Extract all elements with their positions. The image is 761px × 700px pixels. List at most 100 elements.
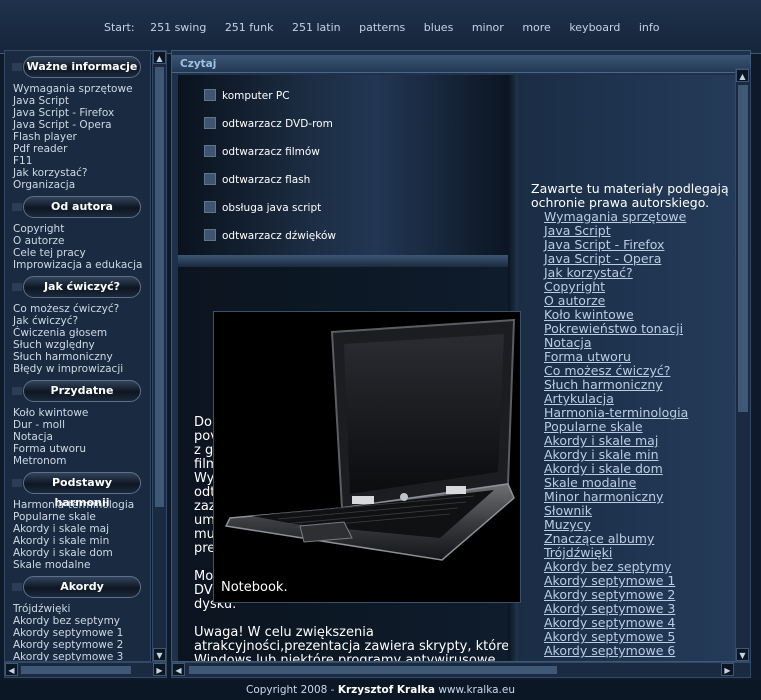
footer-site-link[interactable]: www.kralka.eu [435, 684, 515, 696]
scroll-down-arrow-icon[interactable]: ▼ [736, 648, 749, 661]
scroll-thumb[interactable] [738, 85, 748, 412]
nav-link-251-swing[interactable]: 251 swing [150, 21, 206, 34]
copyright-link[interactable]: Co możesz ćwiczyć? [544, 364, 670, 378]
nav-link-keyboard[interactable]: keyboard [569, 21, 620, 34]
text-line: z g [194, 443, 214, 458]
sidebar-item[interactable]: Akordy septymowe 1 [5, 627, 150, 639]
nav-link-blues[interactable]: blues [424, 21, 454, 34]
sidebar-item[interactable]: Trójdźwięki [5, 603, 150, 615]
sidebar-item[interactable]: Słuch względny [5, 339, 150, 351]
sidebar-horizontal-scrollbar[interactable]: ◀ ▶ [4, 662, 167, 678]
copyright-link[interactable]: Akordy septymowe 4 [544, 616, 675, 630]
copyright-link[interactable]: Znaczące albumy [544, 532, 654, 546]
copyright-link[interactable]: Akordy i skale maj [544, 434, 658, 448]
sidebar-item[interactable]: Wymagania sprzętowe [5, 83, 150, 95]
copyright-link[interactable]: Java Script [544, 224, 611, 238]
tab-bar: Czytaj [172, 55, 750, 73]
scroll-thumb[interactable] [155, 67, 164, 507]
sidebar-item[interactable]: Akordy septymowe 3 [5, 651, 150, 661]
nav-link-251-latin[interactable]: 251 latin [292, 21, 341, 34]
copyright-link[interactable]: Notacja [544, 336, 592, 350]
sidebar-item[interactable]: Cele tej pracy [5, 247, 150, 259]
scroll-thumb[interactable] [21, 666, 131, 674]
sidebar-item[interactable]: Co możesz ćwiczyć? [5, 303, 150, 315]
copyright-link[interactable]: Harmonia-terminologia [544, 406, 688, 420]
nav-link-minor[interactable]: minor [472, 21, 504, 34]
copyright-link[interactable]: Java Script - Firefox [544, 238, 664, 252]
scroll-right-arrow-icon[interactable]: ▶ [721, 663, 734, 676]
sidebar-item[interactable]: Pdf reader [5, 143, 150, 155]
copyright-link[interactable]: Słownik [544, 504, 592, 518]
copyright-link[interactable]: Akordy i skale dom [544, 462, 663, 476]
copyright-link[interactable]: Akordy bez septymy [544, 560, 671, 574]
requirement-item: odtwarzacz filmów [204, 145, 320, 158]
tab-read[interactable]: Czytaj [180, 58, 216, 70]
sidebar-item[interactable]: Notacja [5, 431, 150, 443]
sidebar-section-important: Ważne informacje [5, 55, 150, 79]
section-title: Przydatne [12, 380, 141, 402]
scroll-down-arrow-icon[interactable]: ▼ [153, 648, 166, 661]
sidebar-item[interactable]: Ćwiczenia głosem [5, 327, 150, 339]
sidebar-item[interactable]: Flash player [5, 131, 150, 143]
scroll-left-arrow-icon[interactable]: ◀ [172, 663, 185, 676]
copyright-link[interactable]: Artykulacja [544, 392, 614, 406]
sidebar-vertical-scrollbar[interactable]: ▲ ▼ [152, 50, 167, 662]
copyright-link[interactable]: Koło kwintowe [544, 308, 634, 322]
sidebar-item[interactable]: Akordy i skale maj [5, 523, 150, 535]
bullet-box-icon [204, 89, 216, 101]
scroll-up-arrow-icon[interactable]: ▲ [736, 69, 749, 82]
sidebar-item[interactable]: Organizacja [5, 179, 150, 191]
copyright-link[interactable]: Skale modalne [544, 476, 636, 490]
main-horizontal-scrollbar[interactable]: ◀ ▶ [171, 662, 751, 678]
sidebar-item[interactable]: F11 [5, 155, 150, 167]
nav-link-more[interactable]: more [522, 21, 551, 34]
main-vertical-scrollbar[interactable]: ▲ ▼ [735, 68, 751, 662]
sidebar-item[interactable]: Akordy septymowe 2 [5, 639, 150, 651]
copyright-link[interactable]: Java Script - Opera [544, 252, 661, 266]
sidebar-item[interactable]: Akordy bez septymy [5, 615, 150, 627]
copyright-link[interactable]: Muzycy [544, 518, 591, 532]
sidebar-item[interactable]: Improwizacja a edukacja [5, 259, 150, 271]
sidebar-item[interactable]: Metronom [5, 455, 150, 467]
sidebar-item[interactable]: Copyright [5, 223, 150, 235]
copyright-link[interactable]: Forma utworu [544, 350, 631, 364]
sidebar-item[interactable]: Dur - moll [5, 419, 150, 431]
copyright-link[interactable]: Jak korzystać? [544, 266, 633, 280]
scroll-right-arrow-icon[interactable]: ▶ [153, 663, 166, 676]
copyright-link[interactable]: Akordy septymowe 2 [544, 588, 675, 602]
nav-link-info[interactable]: info [639, 21, 660, 34]
nav-link-patterns[interactable]: patterns [359, 21, 405, 34]
copyright-link[interactable]: Akordy septymowe 6 [544, 644, 675, 658]
scroll-left-arrow-icon[interactable]: ◀ [5, 663, 18, 676]
copyright-link[interactable]: Słuch harmoniczny [544, 378, 663, 392]
copyright-link[interactable]: Wymagania sprzętowe [544, 210, 686, 224]
sidebar-item[interactable]: Java Script - Firefox [5, 107, 150, 119]
scroll-thumb[interactable] [189, 666, 557, 674]
copyright-link[interactable]: Copyright [544, 280, 605, 294]
copyright-link[interactable]: Akordy septymowe 5 [544, 630, 675, 644]
copyright-link[interactable]: Trójdźwięki [544, 546, 612, 560]
scroll-up-arrow-icon[interactable]: ▲ [153, 51, 166, 64]
copyright-link[interactable]: Popularne skale [544, 420, 643, 434]
section-title: Od autora [12, 196, 141, 218]
sidebar-item[interactable]: Koło kwintowe [5, 407, 150, 419]
sidebar-item[interactable]: Java Script [5, 95, 150, 107]
sidebar-item[interactable]: Jak korzystać? [5, 167, 150, 179]
sidebar-item[interactable]: Błędy w improwizacji [5, 363, 150, 375]
sidebar-item[interactable]: Słuch harmoniczny [5, 351, 150, 363]
sidebar-item[interactable]: Jak ćwiczyć? [5, 315, 150, 327]
copyright-link[interactable]: Minor harmoniczny [544, 490, 663, 504]
nav-link-251-funk[interactable]: 251 funk [225, 21, 274, 34]
text-line: Do [194, 415, 212, 430]
sidebar-item[interactable]: Akordy i skale min [5, 535, 150, 547]
sidebar-item[interactable]: O autorze [5, 235, 150, 247]
sidebar-item[interactable]: Akordy i skale dom [5, 547, 150, 559]
copyright-link[interactable]: Pokrewieństwo tonacji [544, 322, 683, 336]
copyright-link[interactable]: Akordy septymowe 3 [544, 602, 675, 616]
sidebar-item[interactable]: Skale modalne [5, 559, 150, 571]
copyright-link[interactable]: O autorze [544, 294, 605, 308]
copyright-link[interactable]: Akordy i skale min [544, 448, 659, 462]
copyright-link[interactable]: Akordy septymowe 1 [544, 574, 675, 588]
sidebar-item[interactable]: Forma utworu [5, 443, 150, 455]
sidebar-item[interactable]: Java Script - Opera [5, 119, 150, 131]
